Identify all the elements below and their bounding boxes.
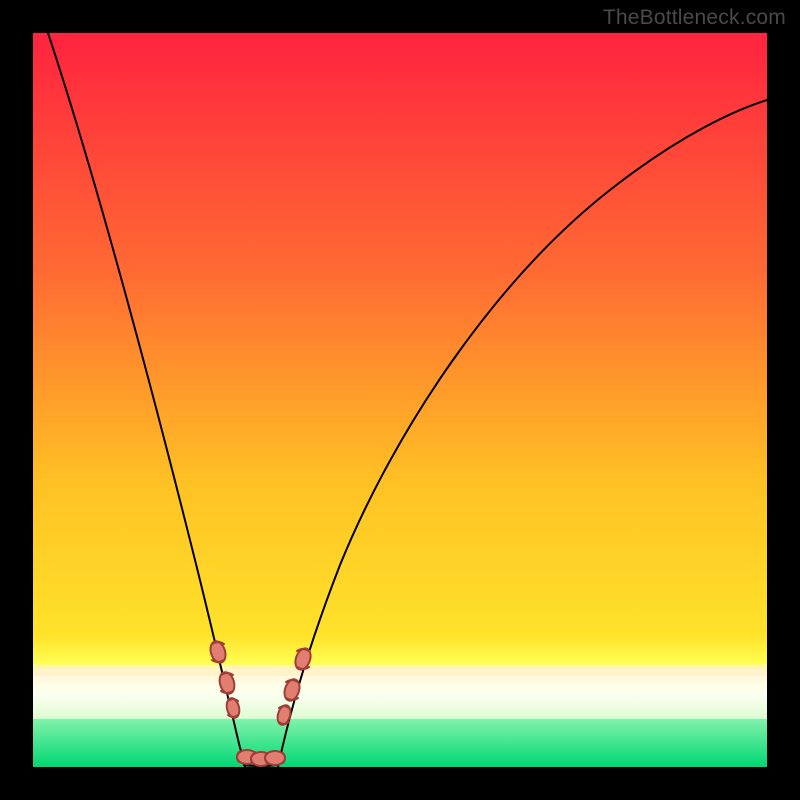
band-pale-green [33, 697, 767, 719]
band-cream-1 [33, 665, 767, 669]
plot-area [33, 33, 767, 767]
band-green [33, 719, 767, 767]
band-cream-2 [33, 669, 767, 676]
band-yellow [33, 635, 767, 665]
band-red-yellow [33, 33, 767, 635]
watermark-text: TheBottleneck.com [603, 6, 786, 30]
marker-flat-3 [265, 751, 285, 765]
band-cream-3 [33, 676, 767, 683]
bottleneck-chart [0, 0, 800, 800]
chart-stage: TheBottleneck.com [0, 0, 800, 800]
band-cream-4 [33, 683, 767, 697]
